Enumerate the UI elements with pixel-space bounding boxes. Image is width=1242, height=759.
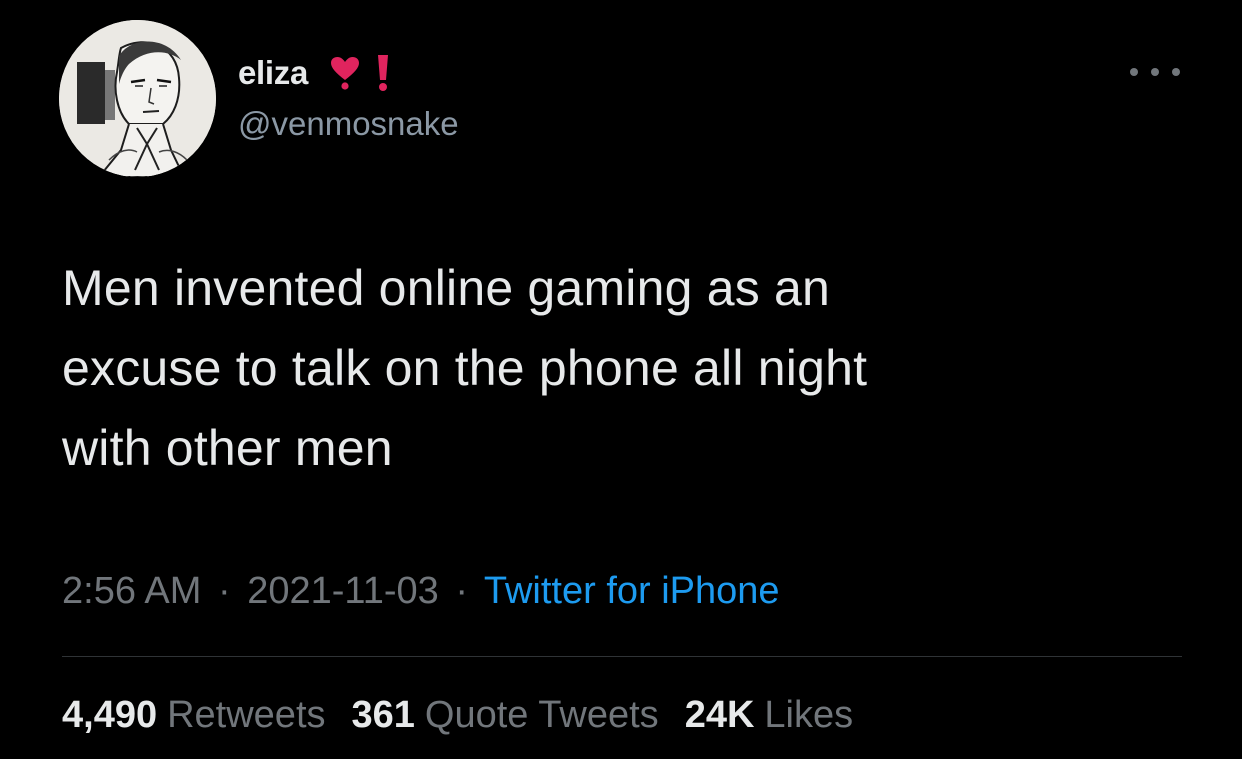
engagement-stats: 4,490 Retweets 361 Quote Tweets 24K Likes bbox=[62, 694, 879, 737]
tweet-text-line: excuse to talk on the phone all night bbox=[62, 340, 868, 396]
tweet-meta: 2:56 AM · 2021-11-03 · Twitter for iPhon… bbox=[62, 570, 780, 613]
name-row: eliza bbox=[238, 50, 390, 96]
likes-label: Likes bbox=[764, 694, 854, 736]
quote-tweets-count: 361 bbox=[351, 694, 415, 736]
avatar[interactable] bbox=[59, 20, 216, 177]
quote-tweets-label: Quote Tweets bbox=[424, 694, 659, 736]
dot bbox=[1172, 68, 1180, 76]
retweets-stat[interactable]: 4,490 Retweets bbox=[62, 694, 326, 737]
dot bbox=[1130, 68, 1138, 76]
tweet-date[interactable]: 2021-11-03 bbox=[247, 570, 439, 612]
exclamation-mark-icon bbox=[376, 54, 390, 92]
dot bbox=[1151, 68, 1159, 76]
user-handle[interactable]: @venmosnake bbox=[238, 105, 459, 143]
tweet-detail: eliza @venmosnake Men invented online ga… bbox=[0, 0, 1242, 759]
retweets-count: 4,490 bbox=[62, 694, 158, 736]
meta-separator: · bbox=[217, 570, 231, 612]
heavy-heart-exclamation-icon bbox=[330, 56, 360, 90]
likes-count: 24K bbox=[684, 694, 755, 736]
display-name[interactable]: eliza bbox=[238, 54, 308, 92]
portrait-sketch-icon bbox=[59, 20, 216, 177]
tweet-time[interactable]: 2:56 AM bbox=[62, 570, 201, 612]
tweet-text-line: Men invented online gaming as an bbox=[62, 260, 831, 316]
divider bbox=[62, 656, 1182, 657]
quote-tweets-stat[interactable]: 361 Quote Tweets bbox=[352, 694, 659, 737]
source-link[interactable]: Twitter for iPhone bbox=[484, 570, 780, 612]
retweets-label: Retweets bbox=[167, 694, 326, 736]
likes-stat[interactable]: 24K Likes bbox=[685, 694, 853, 737]
meta-separator: · bbox=[455, 570, 468, 612]
more-horizontal-icon[interactable] bbox=[1130, 62, 1180, 82]
tweet-text-line: with other men bbox=[62, 420, 393, 476]
tweet-text: Men invented online gaming as an excuse … bbox=[62, 248, 1182, 488]
